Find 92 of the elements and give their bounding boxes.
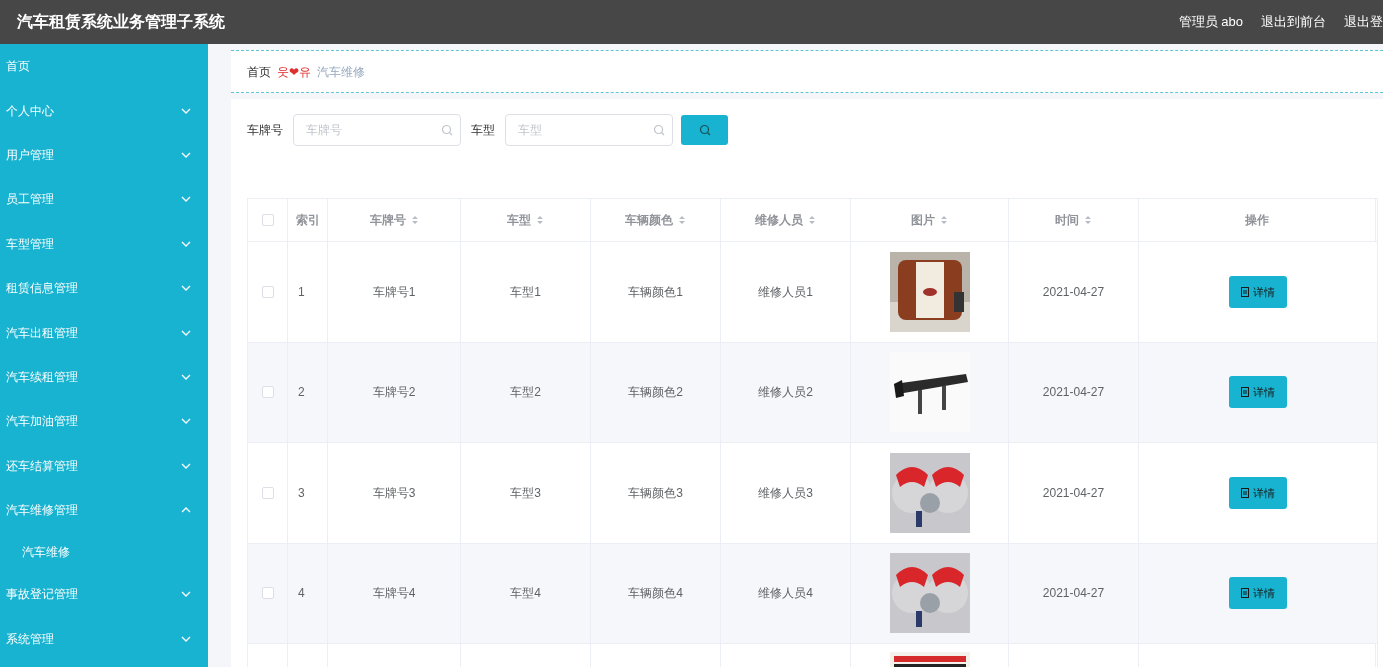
checkbox[interactable] [261, 587, 274, 600]
document-icon [1240, 588, 1249, 599]
table-cell: 1 [288, 242, 328, 342]
table-cell: 2021-04-27 [1009, 443, 1139, 543]
search-field[interactable]: 车牌号 [293, 114, 461, 146]
sidebar-item[interactable]: 系统管理 [0, 616, 208, 662]
search-button[interactable] [681, 115, 728, 145]
chevron-down-icon [181, 635, 191, 642]
document-icon [1240, 387, 1249, 398]
table-cell: 2021-04-27 [1009, 543, 1139, 643]
column-header[interactable]: 车辆颜色 [591, 199, 721, 241]
chevron-down-icon [181, 329, 191, 336]
chevron-down-icon [181, 151, 191, 158]
details-button[interactable]: 详情 [1228, 275, 1287, 308]
details-button[interactable]: 详情 [1228, 577, 1287, 610]
table-cell: 车牌号1 [328, 242, 461, 342]
chevron-down-icon [181, 196, 191, 203]
table-cell: 车型4 [461, 543, 591, 643]
details-button[interactable]: 详情 [1228, 476, 1287, 509]
column-header[interactable]: 车牌号 [328, 199, 461, 241]
search-icon [653, 124, 665, 136]
sidebar-item[interactable]: 个人中心 [0, 88, 208, 133]
sidebar-item[interactable]: 还车结算管理 [0, 443, 208, 488]
sidebar-item[interactable]: 汽车续租管理 [0, 354, 208, 400]
table-cell: 4 [288, 543, 328, 643]
sidebar-item[interactable]: 事故登记管理 [0, 572, 208, 617]
app-title: 汽车租赁系统业务管理子系统 [17, 12, 225, 32]
sort-icon[interactable] [410, 215, 419, 225]
table-cell: 车型3 [461, 443, 591, 543]
details-button[interactable]: 详情 [1228, 376, 1287, 409]
chevron-down-icon [181, 462, 191, 469]
table-cell: 车牌号4 [328, 543, 461, 643]
table-cell: 维修人员4 [721, 543, 851, 643]
sort-icon[interactable] [808, 215, 816, 225]
chevron-up-icon [181, 507, 191, 514]
column-header: 索引 [288, 199, 328, 241]
table-cell: 车辆颜色1 [591, 242, 721, 342]
breadcrumb-separator: 웃❤유 [277, 63, 311, 81]
table-cell: 维修人员2 [721, 342, 851, 442]
chevron-down-icon [181, 285, 191, 292]
table-cell: 2 [288, 342, 328, 442]
sidebar-item[interactable]: 汽车出租管理 [0, 310, 208, 355]
chevron-down-icon [181, 591, 191, 598]
search-icon [441, 124, 453, 136]
breadcrumb-link[interactable]: 首页 [247, 62, 271, 81]
header-link[interactable]: 管理员 abo [1178, 12, 1243, 32]
table-cell: 维修人员1 [721, 242, 851, 342]
table-cell: 2021-04-27 [1009, 342, 1139, 442]
checkbox[interactable] [261, 214, 274, 226]
table-cell: 2021-04-27 [1009, 242, 1139, 342]
chevron-down-icon [181, 107, 191, 114]
checkbox[interactable] [261, 486, 274, 499]
breadcrumb-current: 汽车维修 [317, 63, 365, 81]
table-cell: 车型1 [461, 242, 591, 342]
table-cell: 3 [288, 443, 328, 543]
sort-icon[interactable] [678, 215, 686, 225]
document-icon [1240, 487, 1249, 498]
checkbox[interactable] [261, 386, 274, 399]
column-header[interactable]: 维修人员 [721, 199, 851, 241]
table-cell: 维修人员3 [721, 443, 851, 543]
sidebar-item[interactable]: 租赁信息管理 [0, 265, 208, 311]
column-header: 操作 [1139, 199, 1376, 241]
column-header[interactable]: 车型 [461, 199, 591, 241]
column-header[interactable]: 图片 [851, 199, 1009, 241]
header-link[interactable]: 退出到前台 [1261, 12, 1326, 32]
document-icon [1240, 286, 1249, 297]
sidebar-item[interactable]: 首页 [0, 44, 208, 89]
chevron-down-icon [181, 240, 191, 247]
sidebar-subitem[interactable]: 汽车维修 [0, 532, 208, 573]
field-label: 车牌号 [247, 122, 283, 139]
sidebar-item[interactable]: 汽车维修管理 [0, 487, 208, 533]
sidebar-item[interactable]: 汽车加油管理 [0, 399, 208, 444]
search-field[interactable]: 车型 [505, 114, 673, 146]
chevron-down-icon [181, 418, 191, 425]
table-cell: 车牌号2 [328, 342, 461, 442]
table-cell: 车牌号3 [328, 443, 461, 543]
sort-icon[interactable] [1084, 215, 1092, 225]
sort-icon[interactable] [536, 215, 544, 225]
table-cell: 车辆颜色2 [591, 342, 721, 442]
checkbox[interactable] [261, 285, 274, 298]
sidebar-item[interactable]: 车型管理 [0, 221, 208, 266]
table-cell: 车辆颜色3 [591, 443, 721, 543]
sort-icon[interactable] [940, 215, 948, 225]
search-icon [698, 124, 711, 136]
chevron-down-icon [181, 373, 191, 380]
header-link[interactable]: 退出登 [1344, 12, 1383, 32]
table-cell: 车辆颜色4 [591, 543, 721, 643]
field-label: 车型 [471, 122, 495, 139]
column-header[interactable]: 时间 [1009, 199, 1139, 241]
table-cell: 车型2 [461, 342, 591, 442]
sidebar-item[interactable]: 员工管理 [0, 177, 208, 222]
sidebar-item[interactable]: 用户管理 [0, 132, 208, 178]
